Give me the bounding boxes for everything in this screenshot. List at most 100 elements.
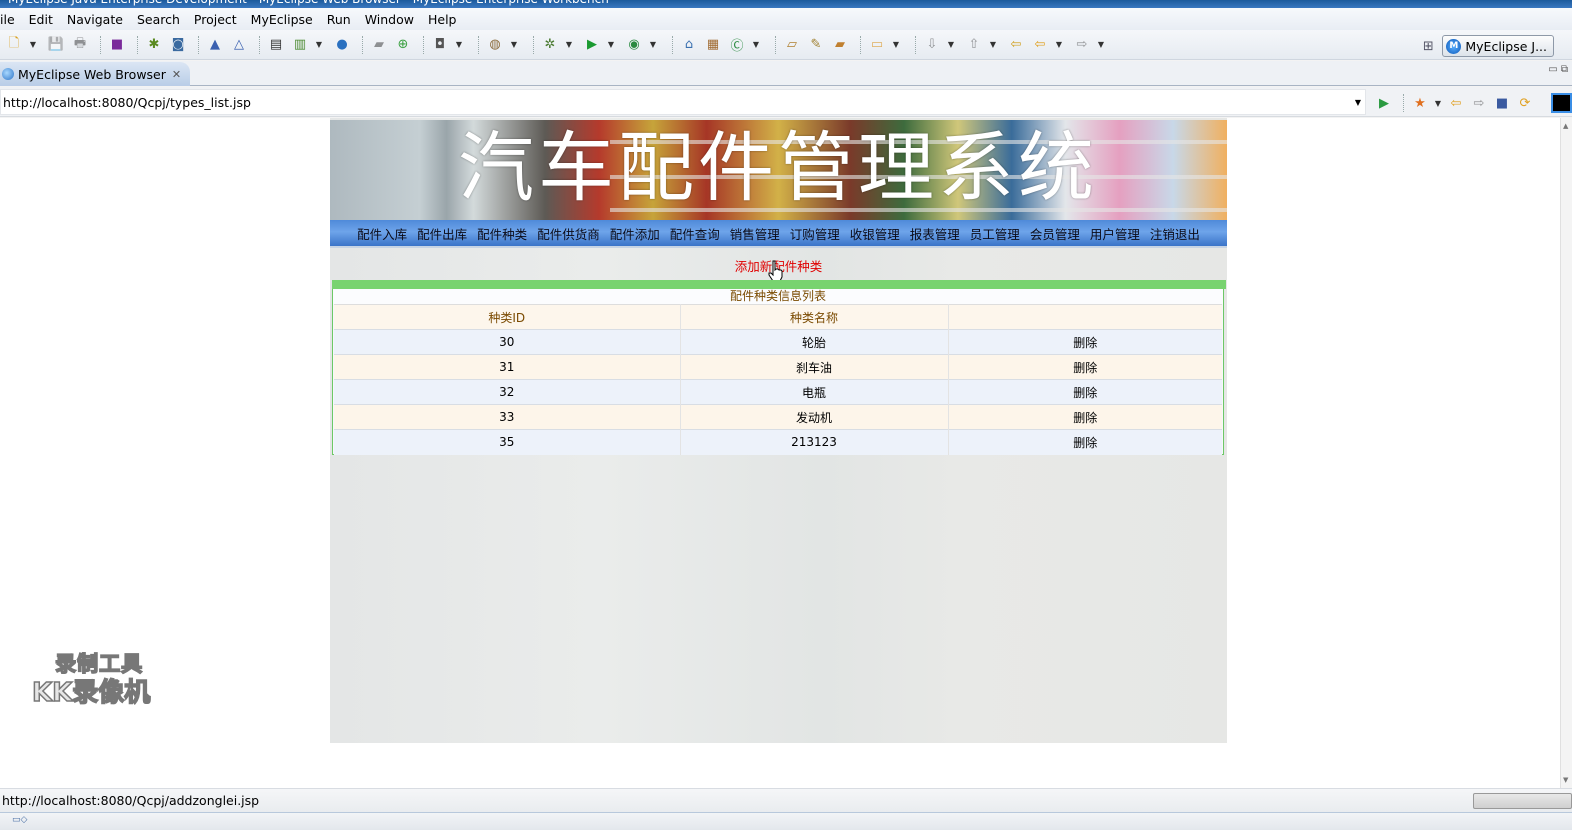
browser-preview-box[interactable] [1551,93,1572,113]
manage-deployment-icon[interactable]: △ [229,35,249,55]
menu-search[interactable]: Search [130,12,187,27]
new-icon[interactable]: 🗋 [4,35,24,55]
folder-dropdown[interactable]: ▼ [891,35,901,55]
browser-back-icon[interactable]: ⇦ [1446,93,1466,113]
nav-members[interactable]: 会员管理 [1025,224,1085,243]
menu-project[interactable]: Project [187,12,244,27]
open-folder-icon[interactable]: ▰ [369,35,389,55]
delete-link[interactable]: 删除 [1073,436,1097,450]
screenshot-dropdown[interactable]: ▼ [454,35,464,55]
delete-link[interactable]: 删除 [1073,336,1097,350]
browser-nav-buttons: ▶ ★ ▼ ⇦ ⇨ ■ ⟳ [1374,93,1538,113]
favorites-icon[interactable]: ★ [1410,93,1430,113]
menu-help[interactable]: Help [421,12,464,27]
open-perspective-icon[interactable]: ⊞ [1418,36,1438,56]
nav-parts-query[interactable]: 配件查询 [665,224,725,243]
prev-annotation-dropdown[interactable]: ▼ [988,35,998,55]
url-history-dropdown[interactable]: ▼ [1355,98,1361,107]
site-banner: 汽车配件管理系统 [330,120,1227,220]
back-dropdown[interactable]: ▼ [1054,35,1064,55]
debug-icon[interactable]: ✱ [144,35,164,55]
new-class-dropdown[interactable]: ▼ [751,35,761,55]
stop-icon[interactable]: ■ [1492,93,1512,113]
nav-cashier[interactable]: 收银管理 [845,224,905,243]
cell-type-name: 发动机 [680,404,949,430]
favorites-dropdown[interactable]: ▼ [1433,93,1443,113]
delete-link[interactable]: 删除 [1073,361,1097,375]
url-input[interactable]: http://localhost:8080/Qcpj/types_list.js… [0,89,1366,115]
toolbar-separator [860,35,861,54]
forward-icon[interactable]: ⇨ [1072,35,1092,55]
open-task-icon[interactable]: ✎ [806,35,826,55]
myeclipse-perspective-button[interactable]: M MyEclipse J... [1442,35,1554,57]
next-annotation-icon[interactable]: ⇩ [922,35,942,55]
site-title: 汽车配件管理系统 [458,123,1098,212]
open-resource-icon[interactable]: ▰ [830,35,850,55]
package-icon[interactable]: ■ [107,35,127,55]
menu-run[interactable]: Run [320,12,358,27]
server-icon[interactable]: ▤ [266,35,286,55]
browser-icon[interactable]: ● [332,35,352,55]
delete-link[interactable]: 删除 [1073,386,1097,400]
save-icon[interactable]: 💾 [46,35,66,55]
nav-logout[interactable]: 注销退出 [1145,224,1205,243]
back-icon[interactable]: ⇦ [1030,35,1050,55]
refresh-icon[interactable]: ⟳ [1515,93,1535,113]
tab-myeclipse-web-browser[interactable]: MyEclipse Web Browser ✕ [0,62,190,86]
prev-annotation-icon[interactable]: ⇧ [964,35,984,55]
window-title-bar: MyEclipse Java Enterprise Development - … [0,0,1572,8]
delete-link[interactable]: 删除 [1073,411,1097,425]
maximize-icon[interactable]: ⧉ [1561,64,1568,75]
nav-parts-outbound[interactable]: 配件出库 [412,224,472,243]
web20-icon[interactable]: ◙ [168,35,188,55]
new-web-project-icon[interactable]: ⌂ [679,35,699,55]
database-dropdown[interactable]: ▼ [509,35,519,55]
nav-reports[interactable]: 报表管理 [905,224,965,243]
nav-parts-inbound[interactable]: 配件入库 [352,224,412,243]
fast-view-icon[interactable]: ▭◇ [12,815,27,825]
screenshot-icon[interactable]: ◘ [430,35,450,55]
site-nav: 配件入库 配件出库 配件种类 配件供货商 配件添加 配件查询 销售管理 订购管理… [330,220,1227,248]
add-deployment-icon[interactable]: ▲ [205,35,225,55]
nav-parts-types[interactable]: 配件种类 [472,224,532,243]
menu-file[interactable]: ile [0,12,22,27]
vertical-scrollbar[interactable]: ▲ ▼ [1560,118,1572,788]
minimize-icon[interactable]: ▭ [1548,64,1557,75]
forward-dropdown[interactable]: ▼ [1096,35,1106,55]
menu-navigate[interactable]: Navigate [60,12,130,27]
browser-forward-icon[interactable]: ⇨ [1469,93,1489,113]
server-run-dropdown[interactable]: ▼ [314,35,324,55]
go-icon[interactable]: ▶ [1374,93,1394,113]
add-server-icon[interactable]: ⊕ [393,35,413,55]
external-tools-icon[interactable]: ◉ [624,35,644,55]
close-icon[interactable]: ✕ [172,68,181,81]
external-tools-dropdown[interactable]: ▼ [648,35,658,55]
nav-sales[interactable]: 销售管理 [725,224,785,243]
new-dropdown[interactable]: ▼ [28,35,38,55]
nav-parts-suppliers[interactable]: 配件供货商 [532,224,605,243]
debug-run-dropdown[interactable]: ▼ [564,35,574,55]
cell-type-id: 31 [334,354,681,380]
print-icon[interactable]: 🖶 [70,35,90,55]
menu-window[interactable]: Window [358,12,421,27]
server-run-icon[interactable]: ▥ [290,35,310,55]
menu-myeclipse[interactable]: MyEclipse [244,12,320,27]
new-package-icon[interactable]: ▦ [703,35,723,55]
last-edit-icon[interactable]: ⇦ [1006,35,1026,55]
nav-users[interactable]: 用户管理 [1085,224,1145,243]
next-annotation-dropdown[interactable]: ▼ [946,35,956,55]
new-class-icon[interactable]: Ⓒ [727,35,747,55]
open-type-icon[interactable]: ▱ [782,35,802,55]
folder-icon[interactable]: ▭ [867,35,887,55]
browser-address-bar: http://localhost:8080/Qcpj/types_list.js… [0,87,1572,117]
menu-edit[interactable]: Edit [22,12,60,27]
scroll-up-icon[interactable]: ▲ [1563,122,1568,130]
nav-staff[interactable]: 员工管理 [965,224,1025,243]
nav-orders[interactable]: 订购管理 [785,224,845,243]
run-icon[interactable]: ▶ [582,35,602,55]
scroll-down-icon[interactable]: ▼ [1563,776,1568,784]
run-dropdown[interactable]: ▼ [606,35,616,55]
debug-run-icon[interactable]: ✲ [540,35,560,55]
nav-parts-add[interactable]: 配件添加 [605,224,665,243]
database-icon[interactable]: ◍ [485,35,505,55]
